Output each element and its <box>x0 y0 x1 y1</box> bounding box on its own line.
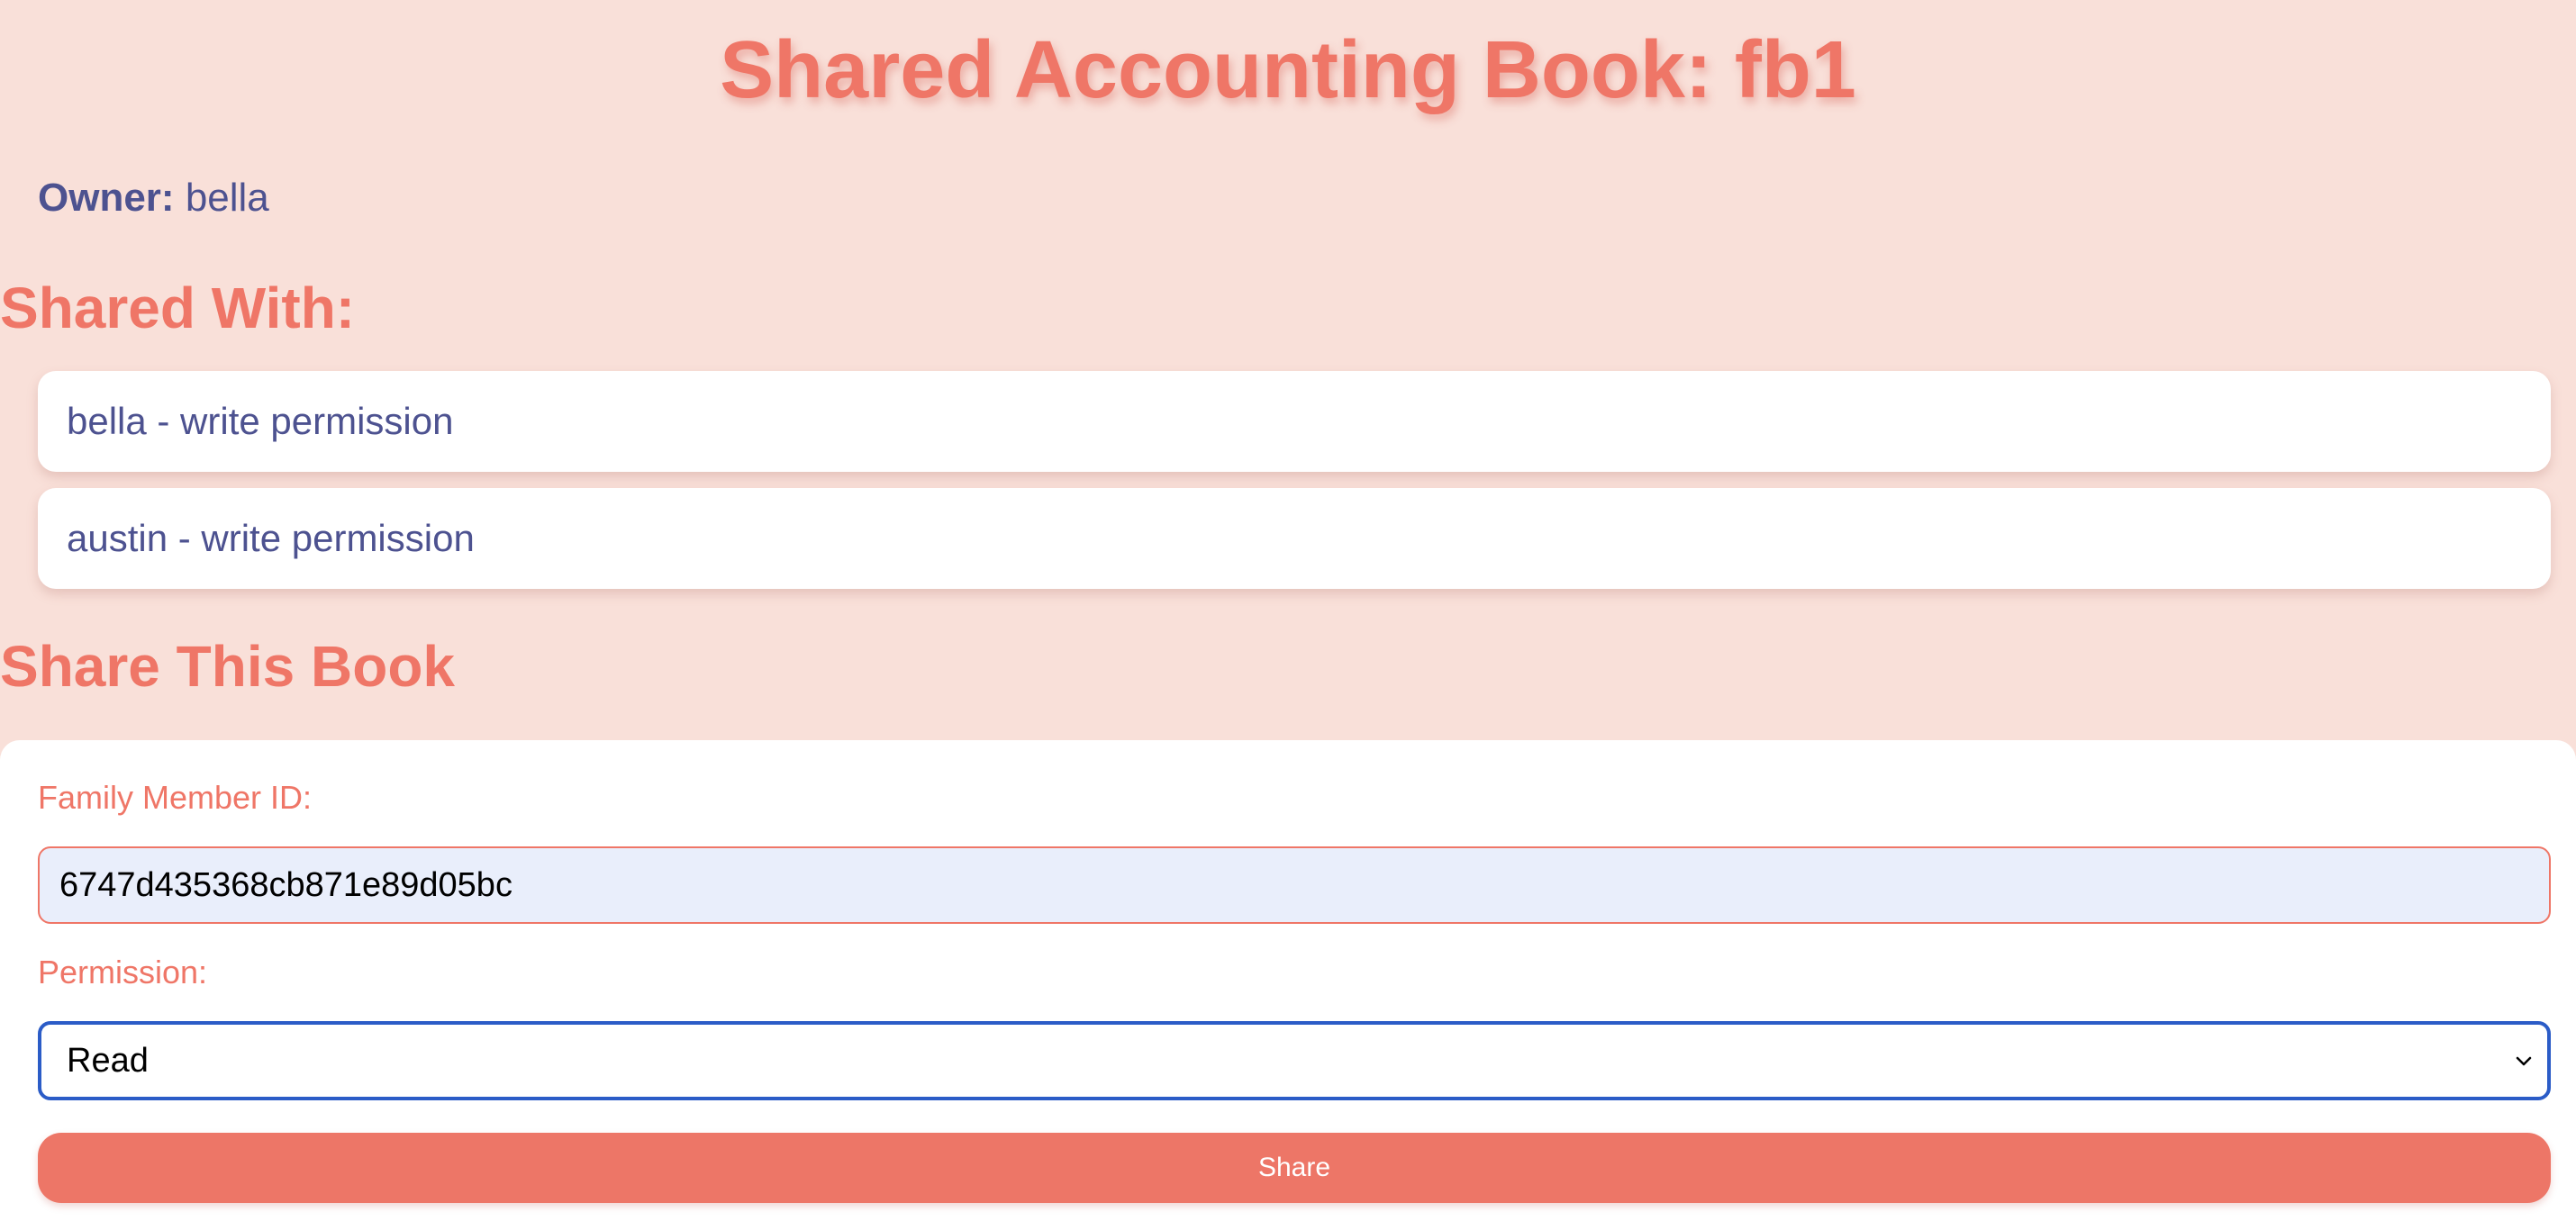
member-id-input[interactable] <box>38 846 2551 924</box>
permission-selected-value: Read <box>67 1041 149 1080</box>
share-button[interactable]: Share <box>38 1133 2551 1203</box>
shared-list-item: austin - write permission <box>38 488 2551 589</box>
page-title: Shared Accounting Book: fb1 <box>720 25 1856 115</box>
owner-name: bella <box>185 176 269 220</box>
shared-with-heading: Shared With: <box>0 276 356 340</box>
shared-list-item: bella - write permission <box>38 371 2551 472</box>
shared-with-list: bella - write permission austin - write … <box>38 371 2551 605</box>
share-form: Family Member ID: Permission: Read Share <box>0 740 2576 1221</box>
owner-label: Owner: <box>38 176 175 220</box>
share-book-heading: Share This Book <box>0 634 455 699</box>
permission-select[interactable]: Read <box>38 1021 2551 1100</box>
owner-line: Owner: bella <box>38 173 269 223</box>
member-id-label: Family Member ID: <box>38 779 313 816</box>
permission-label: Permission: <box>38 954 208 990</box>
chevron-down-icon <box>2516 1056 2532 1066</box>
